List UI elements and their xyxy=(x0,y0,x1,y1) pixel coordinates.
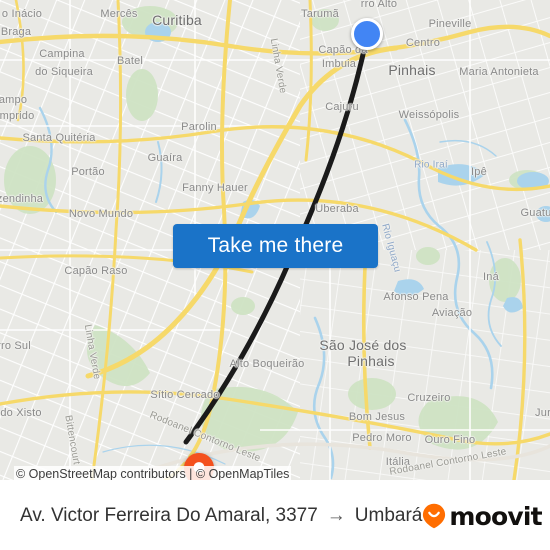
origin-label: Av. Victor Ferreira Do Amaral, 3377 xyxy=(20,505,318,526)
moovit-map-screen: o Inácio Braga Mercês Curitiba Tarumã rro Alt… xyxy=(0,0,550,550)
origin-marker[interactable] xyxy=(351,18,383,50)
map-canvas[interactable]: o Inácio Braga Mercês Curitiba Tarumã rro Alt… xyxy=(0,0,550,480)
moovit-wordmark: moovit xyxy=(449,501,542,531)
map-attribution[interactable]: © OpenStreetMap contributors | © OpenMap… xyxy=(14,466,292,480)
take-me-there-button[interactable]: Take me there xyxy=(173,224,378,268)
destination-label: Umbará xyxy=(354,505,423,526)
moovit-pin-icon xyxy=(423,503,446,529)
route-summary: Av. Victor Ferreira Do Amaral, 3377 → Um… xyxy=(20,505,422,527)
moovit-logo[interactable]: moovit xyxy=(422,501,543,531)
footer-bar: Av. Victor Ferreira Do Amaral, 3377 → Um… xyxy=(0,480,550,550)
arrow-right-icon: → xyxy=(326,505,346,526)
